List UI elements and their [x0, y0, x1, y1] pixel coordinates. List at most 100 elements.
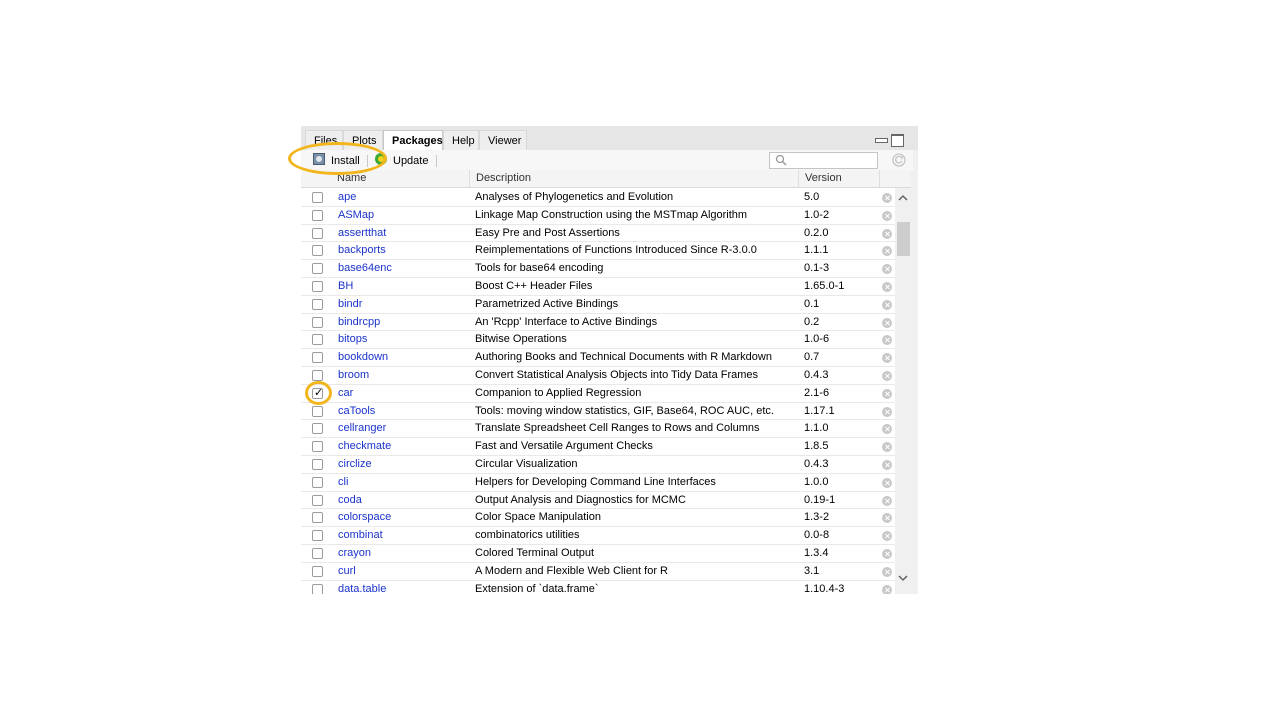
package-name-link[interactable]: car — [338, 385, 353, 402]
package-checkbox[interactable] — [312, 548, 323, 559]
package-name-link[interactable]: bitops — [338, 331, 367, 348]
package-checkbox[interactable] — [312, 227, 323, 239]
refresh-icon[interactable] — [892, 153, 906, 167]
package-version: 1.0-6 — [804, 333, 830, 346]
package-version: 0.7 — [804, 351, 820, 364]
package-version: 0.1-3 — [804, 262, 830, 275]
package-name-link[interactable]: ape — [338, 189, 356, 206]
tab-packages[interactable]: Packages — [383, 130, 443, 150]
package-version: 1.10.4-3 — [804, 582, 845, 594]
remove-package-icon[interactable] — [882, 335, 892, 346]
package-checkbox[interactable] — [312, 370, 323, 381]
maximize-pane-icon[interactable] — [891, 134, 904, 147]
package-name-link[interactable]: cellranger — [338, 420, 386, 437]
remove-package-icon[interactable] — [882, 584, 892, 594]
remove-package-icon[interactable] — [882, 424, 892, 435]
table-row: bitops Bitwise Operations 1.0-6 — [301, 331, 911, 350]
table-row: caTools Tools: moving window statistics, … — [301, 403, 911, 421]
package-name-link[interactable]: caTools — [338, 403, 375, 420]
pane-tab-bar: Files Plots Packages Help Viewer — [301, 126, 918, 150]
remove-package-icon[interactable] — [882, 371, 892, 381]
remove-package-icon[interactable] — [882, 549, 892, 559]
table-row: curl A Modern and Flexible Web Client for… — [301, 563, 911, 581]
remove-package-icon[interactable] — [882, 246, 892, 257]
package-name-link[interactable]: cli — [338, 474, 348, 491]
package-name-link[interactable]: bookdown — [338, 349, 388, 366]
chevron-up-icon[interactable] — [895, 192, 911, 204]
package-checkbox[interactable] — [312, 281, 323, 292]
column-header-actions — [879, 170, 911, 187]
package-checkbox[interactable] — [312, 530, 323, 542]
package-name-link[interactable]: bindr — [338, 296, 362, 313]
table-row: assertthat Easy Pre and Post Assertions 0.… — [301, 225, 911, 243]
package-checkbox[interactable] — [312, 565, 323, 577]
package-name-link[interactable]: bindrcpp — [338, 314, 380, 331]
remove-package-icon[interactable] — [882, 388, 892, 399]
remove-package-icon[interactable] — [882, 193, 892, 203]
package-checkbox[interactable] — [312, 459, 323, 470]
package-checkbox[interactable] — [312, 583, 323, 594]
remove-package-icon[interactable] — [882, 317, 892, 328]
package-name-link[interactable]: data.table — [338, 581, 386, 594]
package-name-link[interactable]: checkmate — [338, 438, 391, 455]
package-checkbox[interactable] — [312, 245, 323, 257]
package-name-link[interactable]: combinat — [338, 527, 383, 544]
remove-package-icon[interactable] — [882, 406, 892, 417]
chevron-down-icon[interactable] — [895, 572, 911, 584]
remove-package-icon[interactable] — [882, 282, 892, 292]
remove-package-icon[interactable] — [882, 513, 892, 524]
remove-package-icon[interactable] — [882, 566, 892, 577]
package-checkbox[interactable] — [312, 316, 323, 328]
package-name-link[interactable]: broom — [338, 367, 369, 384]
package-name-link[interactable]: assertthat — [338, 225, 386, 242]
package-checkbox[interactable] — [312, 192, 323, 203]
package-description: Helpers for Developing Command Line Inte… — [475, 475, 716, 488]
package-checkbox[interactable] — [312, 405, 323, 417]
package-name-link[interactable]: BH — [338, 278, 353, 295]
vertical-scrollbar[interactable] — [895, 188, 911, 594]
package-name-link[interactable]: base64enc — [338, 260, 392, 277]
package-description: Extension of `data.frame` — [475, 582, 599, 594]
package-name-link[interactable]: ASMap — [338, 207, 374, 224]
remove-package-icon[interactable] — [882, 495, 892, 506]
remove-package-icon[interactable] — [882, 299, 892, 310]
update-button[interactable]: Update — [393, 153, 428, 169]
package-checkbox[interactable] — [312, 352, 323, 364]
tab-viewer[interactable]: Viewer — [479, 130, 527, 150]
package-checkbox[interactable] — [312, 334, 323, 346]
remove-package-icon[interactable] — [882, 442, 892, 453]
search-icon — [775, 154, 787, 166]
column-header-version[interactable]: Version — [798, 170, 879, 187]
package-checkbox[interactable] — [312, 494, 323, 506]
package-checkbox[interactable] — [312, 263, 323, 275]
tab-help[interactable]: Help — [443, 130, 479, 150]
package-checkbox[interactable] — [312, 209, 323, 221]
package-version: 1.17.1 — [804, 404, 835, 417]
package-name-link[interactable]: crayon — [338, 545, 371, 562]
install-highlight-ring — [288, 142, 387, 175]
package-name-link[interactable]: backports — [338, 242, 386, 259]
package-version: 0.19-1 — [804, 493, 836, 506]
table-row: crayon Colored Terminal Output 1.3.4 — [301, 545, 911, 563]
minimize-pane-icon[interactable] — [875, 138, 888, 143]
table-row: colorspace Color Space Manipulation 1.3-2 — [301, 509, 911, 528]
package-name-link[interactable]: curl — [338, 563, 356, 580]
remove-package-icon[interactable] — [882, 264, 892, 275]
remove-package-icon[interactable] — [882, 477, 892, 488]
remove-package-icon[interactable] — [882, 353, 892, 364]
package-checkbox[interactable] — [312, 512, 323, 524]
remove-package-icon[interactable] — [882, 531, 892, 542]
package-checkbox[interactable] — [312, 298, 323, 310]
remove-package-icon[interactable] — [882, 210, 892, 221]
column-header-description[interactable]: Description — [469, 170, 798, 187]
package-version: 0.4.3 — [804, 369, 829, 381]
package-checkbox[interactable] — [312, 423, 323, 435]
remove-package-icon[interactable] — [882, 228, 892, 239]
package-name-link[interactable]: coda — [338, 492, 362, 509]
remove-package-icon[interactable] — [882, 460, 892, 470]
package-name-link[interactable]: circlize — [338, 456, 372, 473]
scrollbar-thumb[interactable] — [897, 222, 910, 256]
package-checkbox[interactable] — [312, 476, 323, 488]
package-checkbox[interactable] — [312, 441, 323, 453]
package-name-link[interactable]: colorspace — [338, 509, 391, 526]
